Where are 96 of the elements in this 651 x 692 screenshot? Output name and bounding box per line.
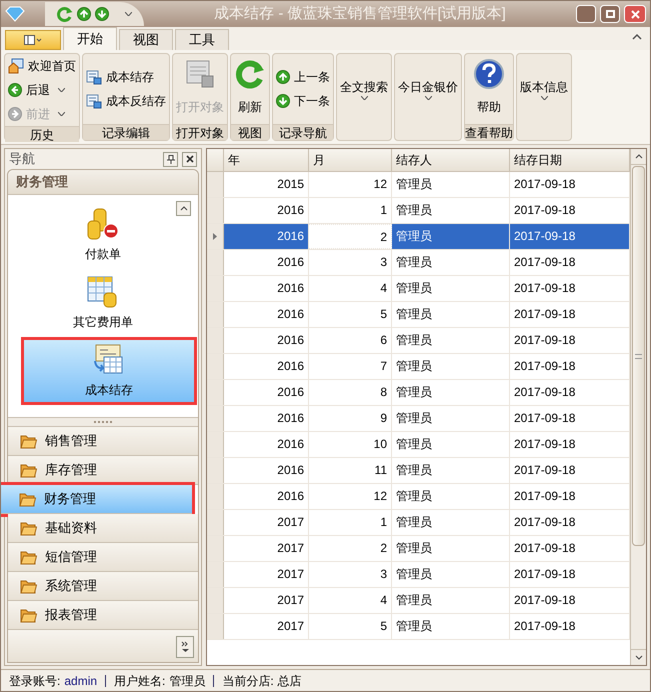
navigation-item[interactable]: 其它费用单 — [9, 269, 197, 337]
table-cell: 管理员 — [392, 224, 510, 249]
table-cell: 12 — [309, 484, 392, 509]
ribbon-button[interactable]: 上一条 — [274, 65, 332, 89]
table-cell: 2017 — [224, 562, 309, 587]
table-cell: 2016 — [224, 302, 309, 327]
table-cell: 管理员 — [392, 510, 510, 535]
table-cell: 2017 — [224, 588, 309, 613]
table-cell: 管理员 — [392, 172, 510, 197]
table-cell: 2016 — [224, 432, 309, 457]
table-cell: 3 — [309, 562, 392, 587]
ribbon-button[interactable]: 后退 — [6, 78, 78, 102]
group-label: 历史 — [5, 126, 79, 142]
ribbon-button[interactable]: 下一条 — [274, 89, 332, 113]
group-label: 查看帮助 — [465, 124, 513, 140]
table-cell: 管理员 — [392, 354, 510, 379]
table-cell: 3 — [309, 250, 392, 275]
window-title: 成本结存 - 傲蓝珠宝销售管理软件[试用版本] — [213, 4, 507, 24]
table-cell: 管理员 — [392, 432, 510, 457]
table-cell: 8 — [309, 380, 392, 405]
table-cell: 5 — [309, 302, 392, 327]
navigation-group[interactable]: 财务管理 — [1, 485, 192, 514]
table-cell: 2015 — [224, 172, 309, 197]
ribbon-tab[interactable]: 工具 — [175, 29, 229, 50]
table-cell: 2 — [309, 536, 392, 561]
table-cell: 7 — [309, 354, 392, 379]
status-label: 用户姓名: — [114, 672, 166, 690]
status-label: 登录账号: — [9, 672, 60, 690]
table-cell: 管理员 — [392, 250, 510, 275]
table-cell: 2017-09-18 — [510, 224, 630, 249]
table-cell: 2017 — [224, 614, 309, 639]
group-label: 记录导航 — [273, 124, 333, 140]
table-cell: 2016 — [224, 328, 309, 353]
navigation-item[interactable]: 成本结存 — [21, 337, 197, 405]
navigation-group[interactable]: 短信管理 — [8, 543, 198, 572]
table-cell: 5 — [309, 614, 392, 639]
navigation-group[interactable]: 系统管理 — [8, 572, 198, 601]
table-cell: 管理员 — [392, 380, 510, 405]
table-cell: 管理员 — [392, 198, 510, 223]
table-cell: 管理员 — [392, 458, 510, 483]
table-cell: 2016 — [224, 250, 309, 275]
ribbon-button[interactable]: 欢迎首页 — [6, 54, 78, 78]
navigation-group[interactable]: 报表管理 — [8, 601, 198, 630]
ribbon-tab[interactable]: 视图 — [119, 29, 173, 50]
table-cell: 2016 — [224, 354, 309, 379]
group-label: 视图 — [231, 124, 269, 140]
table-cell: 管理员 — [392, 276, 510, 301]
navigation-group[interactable]: 库存管理 — [8, 456, 198, 485]
ribbon-button[interactable]: 刷新 — [232, 54, 268, 124]
table-cell: 10 — [309, 432, 392, 457]
table-cell: 2016 — [224, 406, 309, 431]
status-value: admin — [64, 672, 98, 690]
table-cell: 管理员 — [392, 302, 510, 327]
navigation-group[interactable]: 销售管理 — [8, 427, 198, 456]
panel-title: 导航 — [9, 150, 36, 168]
table-cell: 2016 — [224, 224, 309, 249]
ribbon-tab[interactable]: 开始 — [63, 27, 117, 50]
table-cell: 2017 — [224, 536, 309, 561]
group-title: 财务管理 — [16, 173, 68, 192]
table-cell: 12 — [309, 172, 392, 197]
group-label: 记录编辑 — [83, 124, 169, 140]
status-value: 管理员 — [169, 672, 206, 690]
table-cell: 2016 — [224, 484, 309, 509]
status-value: 总店 — [278, 672, 302, 690]
navigation-group[interactable]: 基础资料 — [8, 514, 198, 543]
ribbon-button[interactable]: 帮助 — [471, 54, 507, 124]
table-cell: 2016 — [224, 276, 309, 301]
table-cell: 4 — [309, 588, 392, 613]
table-cell: 2017 — [224, 510, 309, 535]
ribbon-button[interactable]: 今日金银价 — [396, 54, 460, 124]
table-cell: 管理员 — [392, 562, 510, 587]
table-cell: 管理员 — [392, 328, 510, 353]
table-cell: 管理员 — [392, 588, 510, 613]
table-cell: 管理员 — [392, 406, 510, 431]
table-cell: 9 — [309, 406, 392, 431]
column-header[interactable]: 年 — [224, 149, 309, 171]
ribbon-button[interactable]: 版本信息 — [518, 54, 570, 124]
table-cell: 4 — [309, 276, 392, 301]
navigation-item[interactable]: 付款单 — [9, 201, 197, 269]
table-cell: 1 — [309, 510, 392, 535]
table-cell: 11 — [309, 458, 392, 483]
table-cell: 管理员 — [392, 536, 510, 561]
table-cell: 2016 — [224, 380, 309, 405]
table-cell: 6 — [309, 328, 392, 353]
table-cell: 管理员 — [392, 484, 510, 509]
status-label: 当前分店: — [222, 672, 274, 690]
table-cell: 管理员 — [392, 614, 510, 639]
ribbon-button[interactable]: 成本结存 — [84, 65, 168, 89]
table-cell: 1 — [309, 198, 392, 223]
group-label: 打开对象 — [173, 124, 227, 140]
ribbon-button[interactable]: 成本反结存 — [84, 89, 168, 113]
ribbon-button[interactable]: 全文搜索 — [338, 54, 390, 124]
table-cell: 2016 — [224, 198, 309, 223]
column-header[interactable]: 结存人 — [392, 149, 510, 171]
column-header[interactable]: 月 — [309, 149, 392, 171]
table-cell: 2016 — [224, 458, 309, 483]
